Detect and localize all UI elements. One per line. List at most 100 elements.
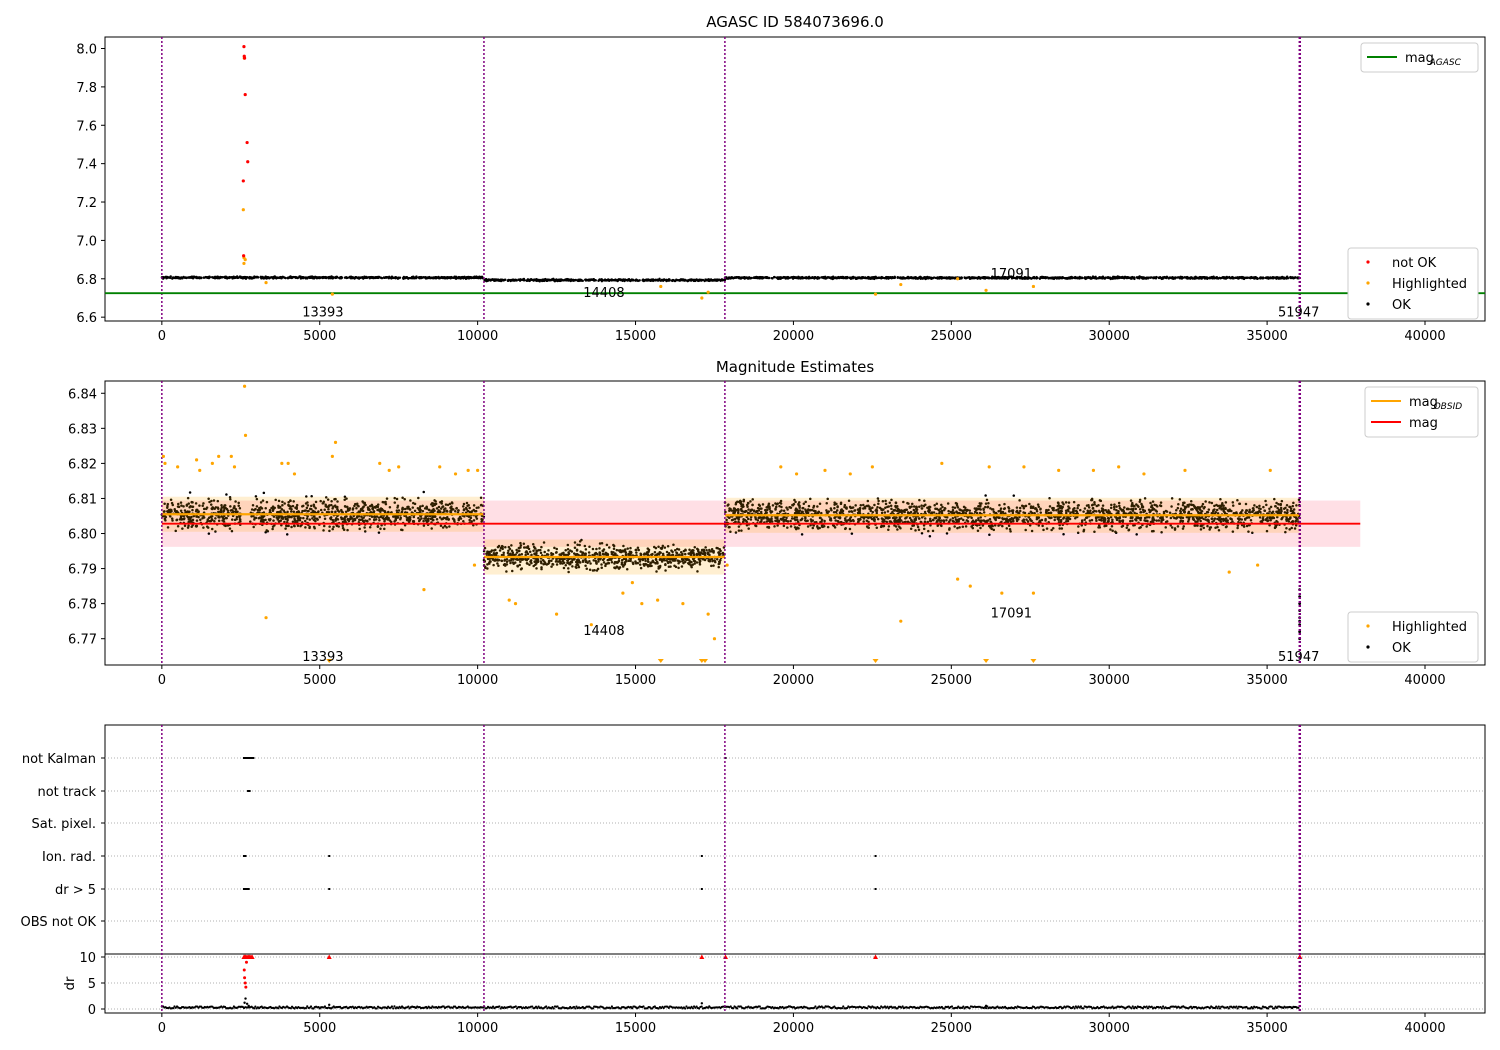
panel-1-ok-point — [220, 276, 223, 279]
panel-2-ytick-label: 6.81 — [68, 492, 97, 507]
panel-1-ok-point — [493, 278, 496, 282]
panel-1-ok-point — [852, 275, 855, 279]
panel-1-ok-point — [1080, 276, 1084, 280]
panel-1-ok-point — [837, 276, 841, 280]
panel-1-legend-lower-swatch — [1366, 281, 1370, 285]
panel-1-obsid-label: 17091 — [991, 267, 1032, 282]
panel-1-legend-lower-swatch — [1366, 302, 1370, 306]
panel-1-ok-point — [1101, 276, 1105, 279]
panel-1-ok-point — [1061, 276, 1064, 280]
panel-1-ok-point — [914, 276, 918, 279]
panel-1-ok-point — [757, 276, 761, 280]
panel-1-highlighted-point — [984, 288, 988, 292]
panel-1-ok-point — [1241, 276, 1245, 279]
panel-1-ok-point — [919, 277, 922, 280]
panel-1-ok-point — [305, 277, 309, 280]
panel-2-title: Magnitude Estimates — [716, 358, 874, 376]
panel-1-ok-point — [924, 276, 928, 280]
panel-2-ok-point — [207, 532, 211, 535]
panel-1-ok-point — [800, 276, 803, 280]
panel-1-ok-point — [1152, 277, 1155, 280]
panel-1-ok-point — [871, 277, 874, 280]
panel-1-ok-point — [1168, 276, 1171, 279]
panel-1-ok-point — [616, 278, 620, 282]
panel-1-title: AGASC ID 584073696.0 — [706, 13, 884, 31]
panel-1-ok-point — [609, 278, 613, 282]
panel-1-ok-point — [440, 276, 443, 279]
panel-1-ok-point — [192, 276, 195, 279]
panel-1-ok-point — [571, 279, 575, 282]
panel-1-ok-point — [1149, 276, 1152, 279]
panel-1-ok-point — [182, 275, 185, 279]
panel-1-ok-point — [1057, 276, 1060, 279]
panel-1-ok-point — [670, 279, 674, 282]
panel-2-ytick-label: 6.80 — [68, 528, 97, 543]
panel-1-ok-point — [748, 277, 752, 280]
panel-1-ok-point — [257, 276, 260, 279]
panel-1-xtick-label: 5000 — [303, 329, 336, 344]
panel-1-ok-point — [413, 277, 416, 280]
panel-1-ok-point — [496, 278, 500, 281]
panel-1-ytick-label: 6.6 — [76, 311, 97, 326]
panel-2-xtick-label: 20000 — [773, 673, 814, 688]
panel-1-ok-point — [337, 276, 341, 280]
panel-1-ok-point — [1136, 276, 1140, 279]
panel-1-ok-point — [630, 278, 633, 281]
panel-1-ok-point — [240, 276, 243, 280]
panel-1-ok-point — [649, 278, 652, 282]
panel-1-ok-point — [834, 276, 838, 279]
panel-1-ok-point — [1178, 276, 1181, 279]
panel-1-ok-point — [1040, 275, 1044, 279]
panel-1-ok-point — [332, 276, 335, 280]
panel-1-highlighted-point — [330, 292, 334, 296]
panel-1-ok-point — [821, 275, 825, 279]
panel-1-ok-point — [675, 278, 678, 281]
panel-1-ok-point — [402, 275, 406, 279]
panel-2-ok-point — [188, 491, 192, 494]
panel-1-ok-point — [982, 276, 985, 280]
panel-1-ok-point — [474, 276, 478, 279]
panel-2-xtick-label: 10000 — [457, 673, 498, 688]
panel-1-highlighted-point — [659, 284, 663, 289]
panel-1-legend-lower-label: Highlighted — [1392, 277, 1467, 292]
panel-1-ok-point — [340, 277, 343, 280]
panel-1-ytick-label: 7.6 — [76, 119, 97, 134]
panel-1-ok-point — [478, 275, 481, 278]
panel-1-ok-point — [194, 276, 197, 279]
panel-1-ok-point — [934, 276, 937, 280]
panel-1-ok-point — [781, 276, 785, 280]
panel-1-ok-point — [578, 278, 581, 282]
panel-1-ok-point — [349, 276, 352, 279]
panel-1-ok-point — [1070, 276, 1074, 280]
panel-1-ok-point — [1232, 276, 1235, 280]
panel-1-ok-point — [428, 276, 431, 280]
panel-1-legend-upper-label-subscript: AGASC — [1429, 58, 1462, 68]
panel-1-ok-point — [509, 279, 513, 282]
panel-1-ok-point — [522, 277, 526, 281]
panel-1-obsid-label: 51947 — [1278, 305, 1319, 320]
panel-1-ok-point — [312, 276, 315, 280]
panel-1-ytick-label: 8.0 — [76, 43, 97, 58]
panel-2-ok-point — [1012, 494, 1016, 497]
panel-2-plot-area: 0 5000 10000 15000 20000 25000 30000 35000 40000… — [68, 380, 1486, 688]
panel-1-not-ok-point — [245, 140, 249, 145]
panel-1-ok-point — [841, 276, 844, 280]
panel-1-ok-point — [1085, 277, 1089, 280]
panel-1-ok-point — [1272, 277, 1275, 280]
panel-1-xtick-label: 10000 — [457, 329, 498, 344]
panel-1-xtick-label: 15000 — [615, 329, 656, 344]
panel-1-ok-point — [1182, 276, 1185, 279]
panel-1-ok-point — [1291, 276, 1294, 279]
panel-1-ok-point — [530, 278, 534, 282]
panel-1-ok-point — [1048, 276, 1051, 280]
panel-1-ok-point — [1267, 276, 1270, 280]
panel-1-ok-point — [382, 276, 386, 279]
panel-1-ok-point — [202, 276, 205, 279]
panel-1-ok-point — [1120, 276, 1124, 280]
panel-1-ok-point — [271, 276, 275, 280]
panel-1-ok-point — [415, 276, 418, 279]
panel-1-ok-point — [404, 275, 408, 279]
panel-1-ok-point — [805, 276, 808, 280]
panel-1-ytick-label: 7.2 — [76, 196, 97, 211]
panel-1-ok-point — [1283, 277, 1286, 280]
